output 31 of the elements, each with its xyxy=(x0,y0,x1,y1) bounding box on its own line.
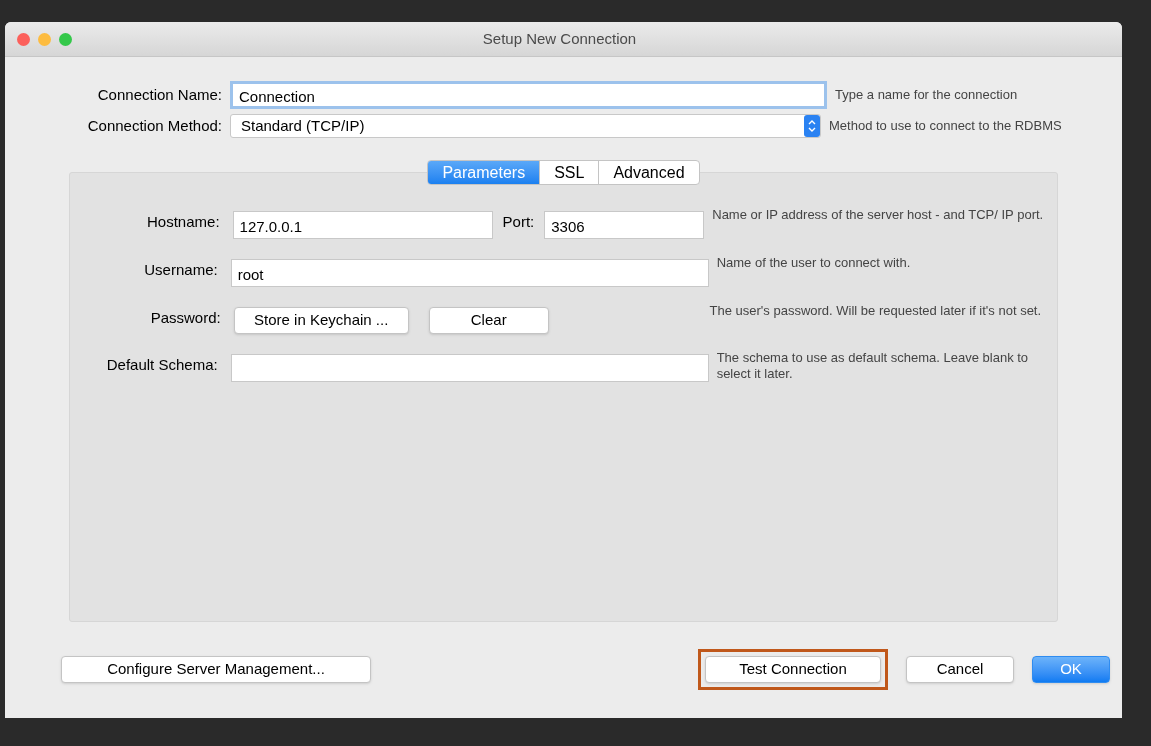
dialog-button[interactable]: Configure Server Management... xyxy=(61,656,371,683)
field-label: Connection Name: xyxy=(96,84,223,105)
field-label: Connection Method: xyxy=(86,115,223,136)
field-hint: The schema to use as default schema. Leave blank to select it later. xyxy=(716,350,1030,382)
tab[interactable]: SSL xyxy=(539,161,599,184)
tab[interactable]: Advanced xyxy=(598,161,699,184)
field-label: Hostname: xyxy=(146,212,221,232)
field-label: Port: xyxy=(502,212,535,232)
field-hint: Method to use to connect to the RDBMS xyxy=(829,118,1062,134)
field-hint: The user's password. Will be requested later if it's not set. xyxy=(709,303,1043,319)
field-hint: Type a name for the connection xyxy=(835,87,1018,103)
field-label: Default Schema: xyxy=(105,355,219,375)
text-field[interactable]: Connection xyxy=(230,81,827,109)
dialog-button[interactable]: Test Connection xyxy=(705,656,881,683)
close-icon[interactable] xyxy=(17,32,30,46)
text-field[interactable] xyxy=(230,354,709,382)
window-title: Setup New Connection xyxy=(482,28,637,49)
field-hint: Name or IP address of the server host - and TCP/ IP port. xyxy=(712,207,1045,223)
method-dropdown[interactable]: Standard (TCP/IP) xyxy=(230,114,821,138)
dialog-button[interactable]: Store in Keychain ... xyxy=(233,307,409,334)
field-hint: Name of the user to connect with. xyxy=(716,255,912,271)
text-field[interactable]: 127.0.0.1 xyxy=(232,211,493,239)
dialog-button[interactable]: Clear xyxy=(428,307,549,334)
field-label: Password: xyxy=(149,308,222,328)
text-field[interactable]: root xyxy=(230,259,709,287)
zoom-icon[interactable] xyxy=(59,32,72,46)
stepper-icon xyxy=(804,115,820,137)
text-field[interactable]: 3306 xyxy=(544,211,705,239)
dialog-button[interactable]: Cancel xyxy=(906,656,1014,683)
field-label: Username: xyxy=(143,260,219,280)
minimize-icon[interactable] xyxy=(38,32,51,46)
